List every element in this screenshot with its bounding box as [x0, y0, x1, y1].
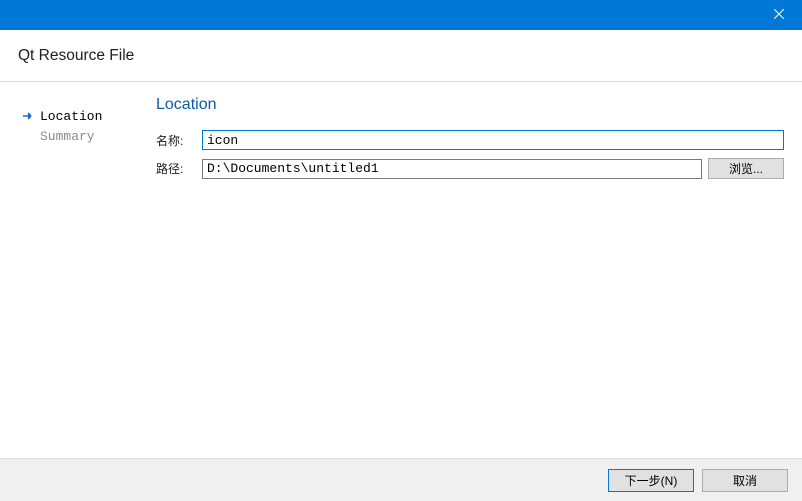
arrow-right-icon [22, 111, 36, 121]
footer: 下一步(N) 取消 [0, 458, 802, 501]
section-title: Location [156, 96, 784, 114]
close-button[interactable] [756, 0, 802, 30]
path-input[interactable] [202, 159, 702, 179]
titlebar [0, 0, 802, 30]
header-banner: Qt Resource File [0, 30, 802, 82]
name-input[interactable] [202, 130, 784, 150]
sidebar: Location Summary [0, 82, 138, 458]
next-button[interactable]: 下一步(N) [608, 469, 694, 492]
sidebar-step-label: Location [40, 109, 102, 124]
close-icon [774, 8, 784, 22]
form-row-name: 名称: [156, 130, 784, 150]
sidebar-step-label: Summary [40, 129, 95, 144]
main-panel: Location 名称: 路径: 浏览... [138, 82, 802, 458]
form-row-path: 路径: 浏览... [156, 158, 784, 179]
name-label: 名称: [156, 132, 196, 149]
sidebar-step-location: Location [22, 106, 130, 126]
path-label: 路径: [156, 160, 196, 177]
browse-button[interactable]: 浏览... [708, 158, 784, 179]
sidebar-step-summary: Summary [22, 126, 130, 146]
wizard-body: Location Summary Location 名称: 路径: 浏览... [0, 82, 802, 458]
window-title: Qt Resource File [18, 47, 134, 65]
cancel-button[interactable]: 取消 [702, 469, 788, 492]
